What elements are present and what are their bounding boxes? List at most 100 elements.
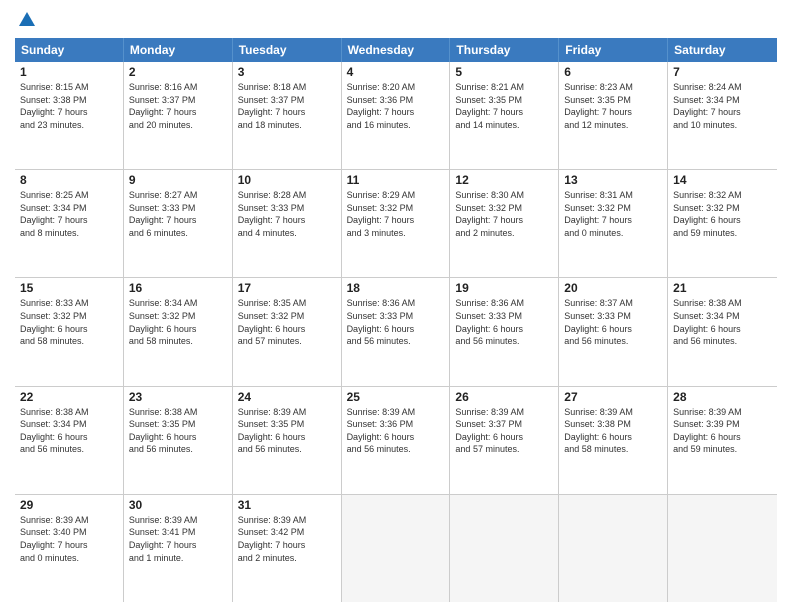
cell-line: Daylight: 7 hours xyxy=(564,106,662,119)
day-cell-1: 1Sunrise: 8:15 AMSunset: 3:38 PMDaylight… xyxy=(15,62,124,169)
day-cell-19: 19Sunrise: 8:36 AMSunset: 3:33 PMDayligh… xyxy=(450,278,559,385)
cell-line: Daylight: 7 hours xyxy=(238,539,336,552)
day-number: 26 xyxy=(455,390,553,404)
cell-line: Sunrise: 8:34 AM xyxy=(129,297,227,310)
day-number: 10 xyxy=(238,173,336,187)
cell-line: Daylight: 6 hours xyxy=(455,323,553,336)
empty-cell xyxy=(559,495,668,602)
empty-cell xyxy=(342,495,451,602)
cell-line: and 56 minutes. xyxy=(455,335,553,348)
cell-line: Sunrise: 8:27 AM xyxy=(129,189,227,202)
cell-line: Sunrise: 8:21 AM xyxy=(455,81,553,94)
cell-line: Sunset: 3:37 PM xyxy=(238,94,336,107)
cell-line: Sunrise: 8:28 AM xyxy=(238,189,336,202)
cell-line: Daylight: 6 hours xyxy=(238,323,336,336)
day-number: 18 xyxy=(347,281,445,295)
header-day-monday: Monday xyxy=(124,38,233,62)
day-cell-31: 31Sunrise: 8:39 AMSunset: 3:42 PMDayligh… xyxy=(233,495,342,602)
cell-line: Sunrise: 8:39 AM xyxy=(455,406,553,419)
cell-line: Sunset: 3:36 PM xyxy=(347,94,445,107)
cell-line: Sunrise: 8:39 AM xyxy=(673,406,772,419)
cell-line: and 20 minutes. xyxy=(129,119,227,132)
cell-line: Sunset: 3:35 PM xyxy=(129,418,227,431)
cell-line: Sunrise: 8:16 AM xyxy=(129,81,227,94)
cell-line: Daylight: 6 hours xyxy=(564,323,662,336)
cell-line: Sunrise: 8:30 AM xyxy=(455,189,553,202)
cell-line: Sunset: 3:32 PM xyxy=(347,202,445,215)
header xyxy=(15,10,777,30)
day-number: 9 xyxy=(129,173,227,187)
day-number: 15 xyxy=(20,281,118,295)
day-number: 6 xyxy=(564,65,662,79)
cell-line: Sunrise: 8:33 AM xyxy=(20,297,118,310)
cell-line: Sunset: 3:40 PM xyxy=(20,526,118,539)
cell-line: Sunset: 3:33 PM xyxy=(564,310,662,323)
day-number: 28 xyxy=(673,390,772,404)
cell-line: and 3 minutes. xyxy=(347,227,445,240)
cell-line: and 10 minutes. xyxy=(673,119,772,132)
day-cell-14: 14Sunrise: 8:32 AMSunset: 3:32 PMDayligh… xyxy=(668,170,777,277)
day-cell-27: 27Sunrise: 8:39 AMSunset: 3:38 PMDayligh… xyxy=(559,387,668,494)
cell-line: Daylight: 6 hours xyxy=(20,431,118,444)
day-number: 17 xyxy=(238,281,336,295)
cell-line: Daylight: 7 hours xyxy=(20,106,118,119)
header-day-friday: Friday xyxy=(559,38,668,62)
cell-line: and 16 minutes. xyxy=(347,119,445,132)
cell-line: Sunrise: 8:23 AM xyxy=(564,81,662,94)
day-cell-22: 22Sunrise: 8:38 AMSunset: 3:34 PMDayligh… xyxy=(15,387,124,494)
day-cell-2: 2Sunrise: 8:16 AMSunset: 3:37 PMDaylight… xyxy=(124,62,233,169)
day-number: 22 xyxy=(20,390,118,404)
day-number: 30 xyxy=(129,498,227,512)
calendar-body: 1Sunrise: 8:15 AMSunset: 3:38 PMDaylight… xyxy=(15,62,777,602)
day-cell-20: 20Sunrise: 8:37 AMSunset: 3:33 PMDayligh… xyxy=(559,278,668,385)
cell-line: Sunrise: 8:36 AM xyxy=(455,297,553,310)
day-number: 3 xyxy=(238,65,336,79)
cell-line: Sunrise: 8:39 AM xyxy=(564,406,662,419)
cell-line: Daylight: 6 hours xyxy=(673,431,772,444)
day-number: 12 xyxy=(455,173,553,187)
cell-line: Daylight: 6 hours xyxy=(673,323,772,336)
day-number: 11 xyxy=(347,173,445,187)
cell-line: and 14 minutes. xyxy=(455,119,553,132)
cell-line: Sunset: 3:37 PM xyxy=(129,94,227,107)
cell-line: Sunrise: 8:39 AM xyxy=(20,514,118,527)
cell-line: Daylight: 6 hours xyxy=(20,323,118,336)
cell-line: and 58 minutes. xyxy=(564,443,662,456)
cell-line: Daylight: 6 hours xyxy=(455,431,553,444)
cell-line: and 58 minutes. xyxy=(20,335,118,348)
cell-line: Sunrise: 8:35 AM xyxy=(238,297,336,310)
calendar-week-3: 15Sunrise: 8:33 AMSunset: 3:32 PMDayligh… xyxy=(15,278,777,386)
day-number: 16 xyxy=(129,281,227,295)
empty-cell xyxy=(450,495,559,602)
cell-line: Daylight: 7 hours xyxy=(20,214,118,227)
cell-line: Sunrise: 8:32 AM xyxy=(673,189,772,202)
day-number: 29 xyxy=(20,498,118,512)
cell-line: and 56 minutes. xyxy=(673,335,772,348)
cell-line: Sunset: 3:32 PM xyxy=(20,310,118,323)
cell-line: and 56 minutes. xyxy=(564,335,662,348)
header-day-tuesday: Tuesday xyxy=(233,38,342,62)
cell-line: Sunset: 3:39 PM xyxy=(673,418,772,431)
day-cell-25: 25Sunrise: 8:39 AMSunset: 3:36 PMDayligh… xyxy=(342,387,451,494)
cell-line: and 12 minutes. xyxy=(564,119,662,132)
cell-line: Sunset: 3:32 PM xyxy=(455,202,553,215)
cell-line: Daylight: 7 hours xyxy=(129,539,227,552)
day-cell-10: 10Sunrise: 8:28 AMSunset: 3:33 PMDayligh… xyxy=(233,170,342,277)
cell-line: and 56 minutes. xyxy=(129,443,227,456)
day-number: 27 xyxy=(564,390,662,404)
cell-line: Daylight: 7 hours xyxy=(129,214,227,227)
cell-line: Daylight: 6 hours xyxy=(129,431,227,444)
cell-line: Sunrise: 8:38 AM xyxy=(129,406,227,419)
cell-line: Sunset: 3:34 PM xyxy=(673,94,772,107)
day-cell-26: 26Sunrise: 8:39 AMSunset: 3:37 PMDayligh… xyxy=(450,387,559,494)
day-cell-28: 28 Sunrise: 8:39 AMSunset: 3:39 PMDayligh… xyxy=(668,387,777,494)
cell-line: Sunrise: 8:36 AM xyxy=(347,297,445,310)
header-day-thursday: Thursday xyxy=(450,38,559,62)
cell-line: Daylight: 7 hours xyxy=(673,106,772,119)
day-cell-13: 13Sunrise: 8:31 AMSunset: 3:32 PMDayligh… xyxy=(559,170,668,277)
cell-line: and 59 minutes. xyxy=(673,443,772,456)
day-cell-30: 30Sunrise: 8:39 AMSunset: 3:41 PMDayligh… xyxy=(124,495,233,602)
cell-line: Sunset: 3:35 PM xyxy=(238,418,336,431)
logo-icon xyxy=(17,10,37,30)
day-cell-21: 21Sunrise: 8:38 AMSunset: 3:34 PMDayligh… xyxy=(668,278,777,385)
